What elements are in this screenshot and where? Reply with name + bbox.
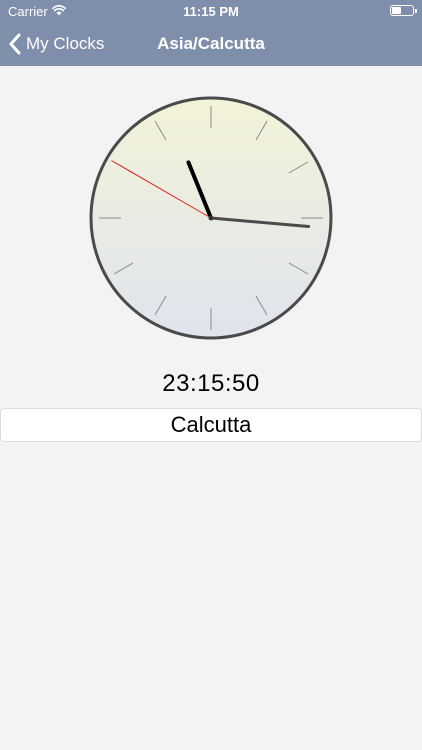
analog-clock [89, 96, 333, 340]
back-button[interactable]: My Clocks [8, 22, 104, 66]
battery-level [392, 7, 401, 14]
clock-center-pin [208, 215, 214, 221]
digital-time: 23:15:50 [162, 370, 260, 397]
chevron-left-icon [9, 33, 21, 55]
back-button-label: My Clocks [26, 34, 105, 53]
status-time: 11:15 PM [183, 4, 239, 19]
city-name[interactable]: Calcutta [0, 408, 422, 442]
header: Carrier 11:15 PM My Clocks Asia/Calcutta [0, 0, 422, 66]
status-bar: Carrier 11:15 PM [0, 0, 422, 22]
battery-icon [390, 5, 417, 16]
navigation-bar: My Clocks Asia/Calcutta [0, 22, 422, 66]
